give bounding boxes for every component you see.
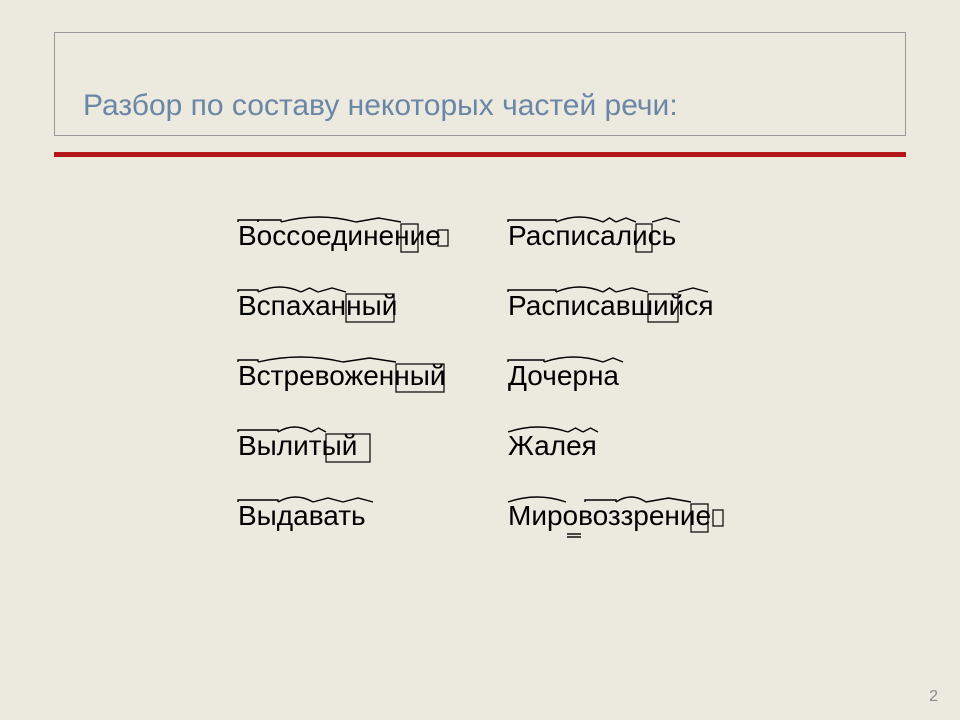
- grid-row: Встревоженный Дочерна: [238, 348, 768, 390]
- morpheme-marks: [508, 348, 728, 398]
- title-underline: [54, 152, 906, 157]
- grid-row: Вылитый Жалея: [238, 418, 768, 460]
- morpheme-marks: [238, 348, 458, 398]
- word-cell: Вылитый: [238, 418, 508, 460]
- page-number: 2: [929, 688, 938, 706]
- morpheme-marks: [238, 418, 458, 468]
- word-cell: Жалея: [508, 418, 768, 460]
- morpheme-marks: [508, 418, 728, 468]
- morpheme-marks: [508, 278, 728, 328]
- word-cell: Дочерна: [508, 348, 768, 390]
- word-cell: Расписавшийся: [508, 278, 768, 320]
- morpheme-marks: [238, 208, 458, 258]
- word-cell: Выдавать: [238, 488, 508, 530]
- title-frame: Разбор по составу некоторых частей речи:: [54, 32, 906, 136]
- word-cell: Мировоззрение: [508, 488, 768, 530]
- word-cell: Встревоженный: [238, 348, 508, 390]
- grid-row: Вспаханный Расписавшийся: [238, 278, 768, 320]
- morpheme-marks: [508, 208, 728, 258]
- grid-row: Воссоединение Расписались: [238, 208, 768, 250]
- morpheme-marks: [238, 278, 458, 328]
- slide-title: Разбор по составу некоторых частей речи:: [83, 89, 897, 123]
- word-cell: Вспаханный: [238, 278, 508, 320]
- morpheme-marks: [508, 488, 728, 538]
- morpheme-marks: [238, 488, 458, 538]
- grid-row: Выдавать Мировоззрение: [238, 488, 768, 530]
- word-cell: Воссоединение: [238, 208, 508, 250]
- word-grid: Воссоединение Расписались Вспаханный Рас…: [238, 208, 768, 558]
- word-cell: Расписались: [508, 208, 768, 250]
